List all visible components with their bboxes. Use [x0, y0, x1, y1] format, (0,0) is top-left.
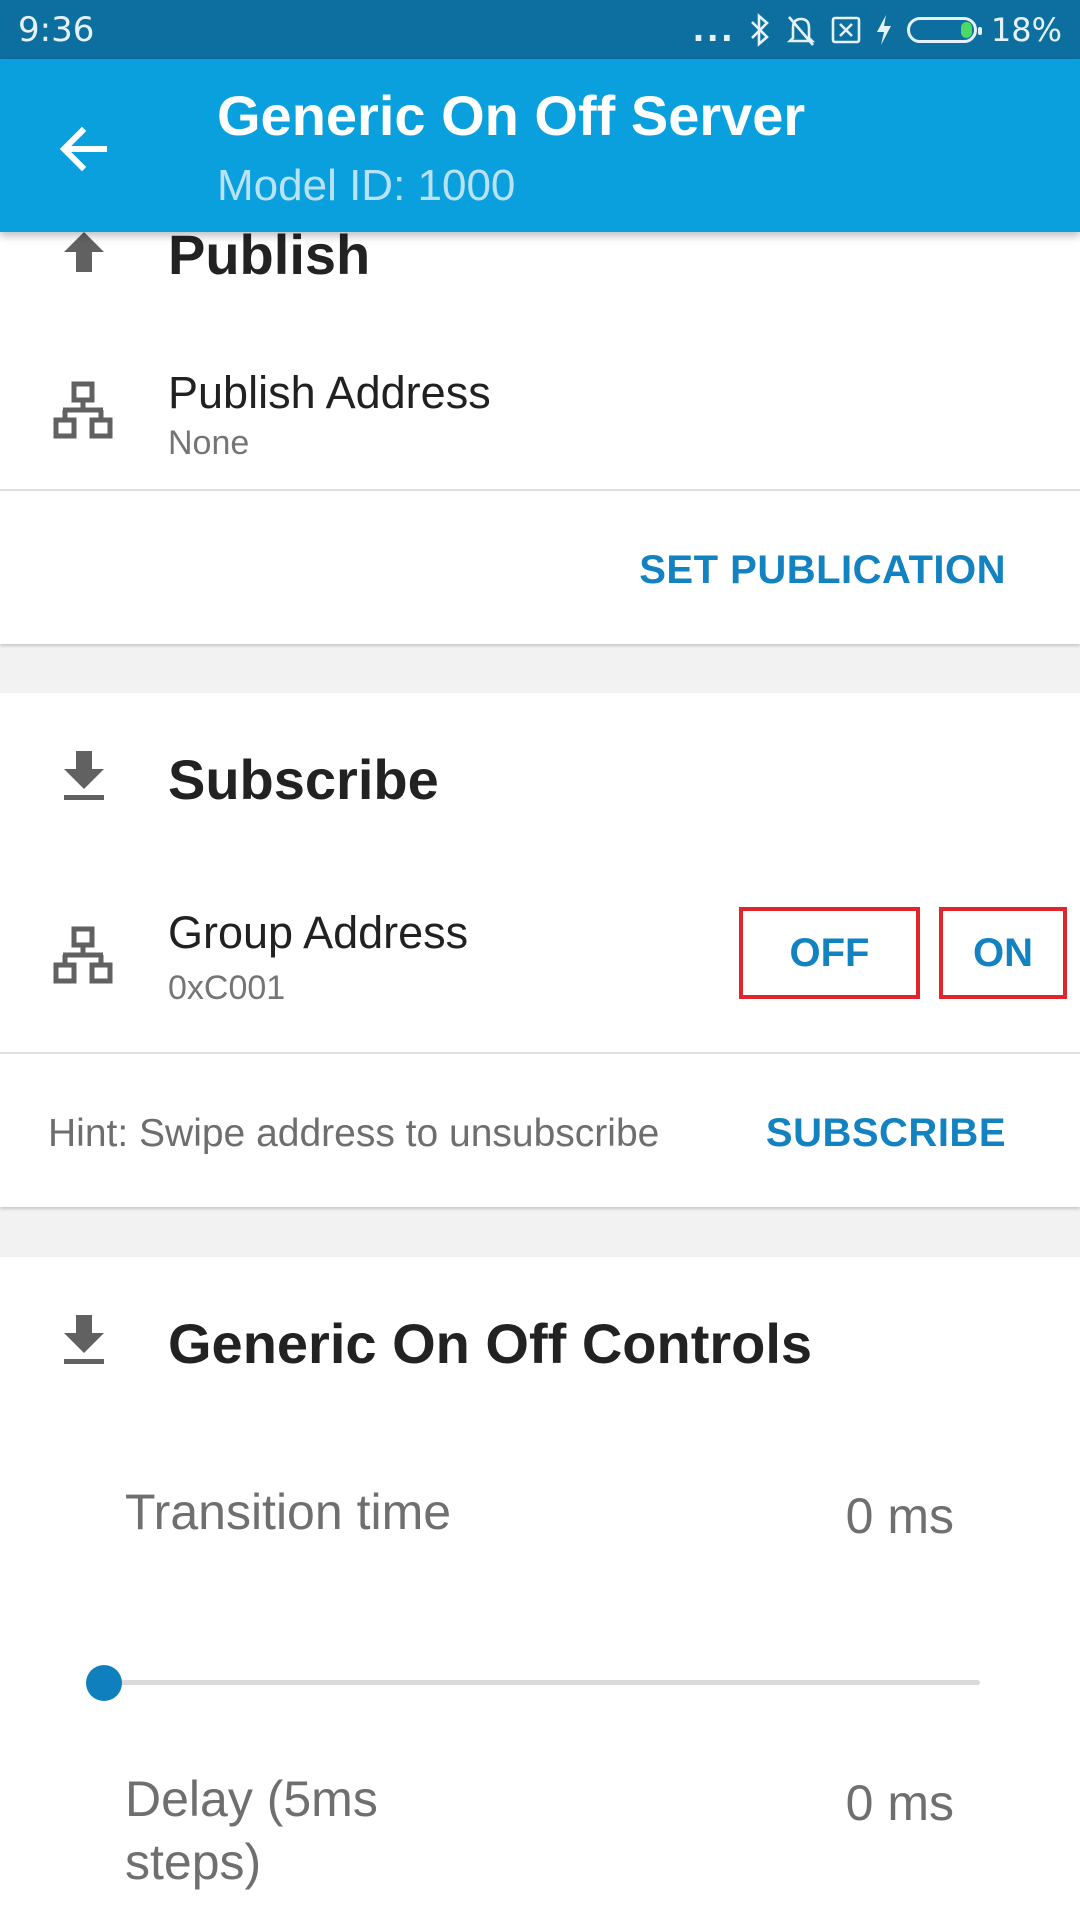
transition-time-slider[interactable] — [104, 1680, 980, 1685]
delay-label: Delay (5ms steps) — [125, 1771, 378, 1890]
transition-time-label: Transition time — [125, 1484, 452, 1540]
battery-icon — [906, 17, 982, 43]
download-icon — [54, 745, 114, 805]
more-notifications-icon: ... — [692, 11, 735, 49]
set-publication-button[interactable]: SET PUBLICATION — [639, 548, 1006, 593]
network-icon — [50, 380, 116, 446]
upload-icon — [54, 224, 114, 284]
back-button[interactable] — [44, 109, 124, 189]
divider — [0, 489, 1080, 491]
status-icons: ... 18% — [692, 8, 1062, 52]
group-address-value: 0xC001 — [168, 969, 286, 1007]
battery-percent: 18% — [990, 11, 1062, 49]
subscribe-button[interactable]: SUBSCRIBE — [766, 1111, 1006, 1156]
divider — [0, 1052, 1080, 1054]
status-bar: 9:36 ... 18% — [0, 0, 1080, 59]
battery-level — [960, 22, 972, 38]
status-time: 9:36 — [18, 10, 95, 50]
transition-time-slider-thumb[interactable] — [86, 1665, 122, 1701]
charging-icon — [875, 14, 893, 46]
on-button[interactable]: ON — [939, 907, 1067, 999]
page-subtitle: Model ID: 1000 — [217, 161, 516, 210]
publish-card: Publish Publish Address None SET PUBLICA… — [0, 180, 1080, 644]
arrow-back-icon — [59, 126, 107, 172]
app-bar: Generic On Off Server Model ID: 1000 — [0, 59, 1080, 232]
subscribe-title: Subscribe — [168, 748, 439, 811]
unsubscribe-hint: Hint: Swipe address to unsubscribe — [48, 1112, 660, 1155]
sim-off-icon — [831, 15, 861, 45]
transition-time-value: 0 ms — [845, 1488, 954, 1544]
controls-card: Generic On Off Controls Transition time … — [0, 1257, 1080, 1920]
group-address-title: Group Address — [168, 907, 469, 958]
off-button[interactable]: OFF — [739, 907, 920, 999]
delay-value: 0 ms — [845, 1775, 954, 1831]
bluetooth-icon — [749, 13, 771, 47]
network-icon — [50, 925, 116, 991]
publish-address-value: None — [168, 424, 250, 462]
bell-muted-icon — [785, 13, 817, 47]
subscribe-card: Subscribe Group Address 0xC001 OFF ON Hi… — [0, 693, 1080, 1207]
controls-title: Generic On Off Controls — [168, 1312, 813, 1375]
publish-address-title: Publish Address — [168, 367, 491, 418]
download-icon — [54, 1309, 114, 1369]
page-title: Generic On Off Server — [217, 84, 806, 147]
